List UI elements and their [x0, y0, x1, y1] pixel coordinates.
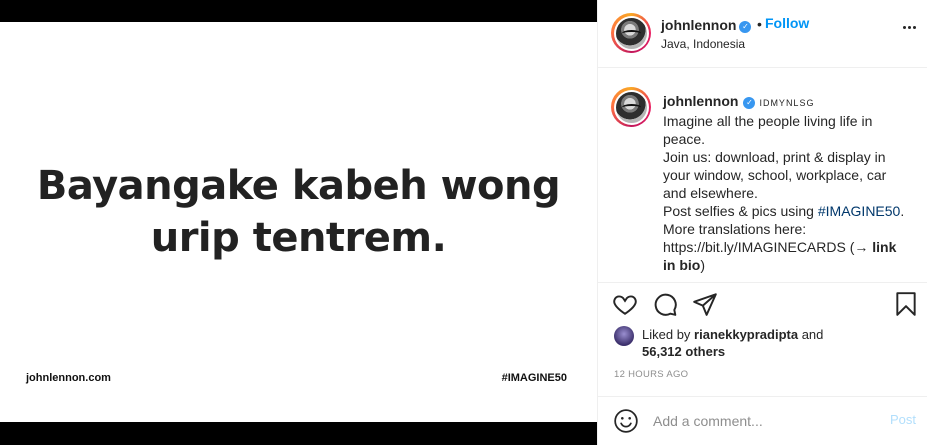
post-image[interactable]: Bayangake kabeh wong urip tentrem. johnl…: [0, 22, 597, 422]
post-side-panel: johnlennon ✓ • Follow Java, Indonesia joh…: [597, 0, 927, 445]
caption-username[interactable]: johnlennon: [663, 93, 738, 109]
likes-suffix: and: [798, 327, 824, 342]
caption-line: your window, school, workplace, car: [663, 167, 887, 183]
verified-badge-icon: ✓: [743, 97, 756, 109]
follow-button[interactable]: Follow: [765, 15, 809, 31]
header-username-text[interactable]: johnlennon: [661, 17, 736, 33]
caption-line: and elsewhere.: [663, 185, 758, 201]
post-caption: johnlennon ✓ IDMYNLSG Imagine all the peop…: [598, 69, 927, 283]
caption-line: More translations here:: [663, 221, 807, 237]
header-username[interactable]: johnlennon ✓: [661, 17, 752, 33]
caption-bold-text: link: [872, 239, 897, 255]
heart-icon[interactable]: [612, 291, 638, 317]
likes-count-link[interactable]: 56,312 others: [642, 344, 725, 359]
comment-icon[interactable]: [652, 291, 678, 317]
post-comment-button[interactable]: Post: [890, 412, 916, 427]
caption-avatar[interactable]: [611, 87, 651, 127]
liker-username[interactable]: rianekkypradipta: [694, 327, 798, 342]
image-footer-hashtag: #IMAGINE50: [501, 372, 567, 384]
verified-badge-icon: ✓: [739, 21, 752, 33]
image-footer-website: johnlennon.com: [26, 372, 111, 384]
location-link[interactable]: Java, Indonesia: [661, 37, 745, 51]
comment-bar: Post: [598, 396, 927, 445]
likes-text: Liked by rianekkypradipta and: [642, 326, 902, 344]
comment-input[interactable]: [653, 411, 873, 431]
caption-line: https://bit.ly/IMAGINECARDS (→ link: [663, 238, 913, 256]
likes-prefix: Liked by: [642, 327, 695, 342]
caption-avatar-photo: [615, 91, 647, 123]
caption-code: IDMYNLSG: [759, 98, 815, 108]
image-headline: Bayangake kabeh wong urip tentrem.: [0, 160, 597, 264]
post-header: johnlennon ✓ • Follow Java, Indonesia: [598, 0, 927, 68]
caption-text-segment: ): [700, 257, 705, 273]
liker-avatar[interactable]: [614, 326, 634, 346]
translation-link: https://bit.ly/IMAGINECARDS (→: [663, 239, 873, 255]
image-headline-line1: Bayangake kabeh wong: [36, 163, 561, 209]
avatar[interactable]: [611, 13, 651, 53]
caption-line: peace.: [663, 131, 706, 147]
image-headline-line2: urip tentrem.: [150, 215, 447, 261]
separator-dot: •: [757, 16, 762, 32]
post-media[interactable]: Bayangake kabeh wong urip tentrem. johnl…: [0, 0, 597, 445]
caption-line: Imagine all the people living life in: [663, 113, 873, 129]
more-icon[interactable]: [903, 26, 916, 29]
caption-line: Post selfies & pics using #IMAGINE50.: [663, 202, 913, 220]
hashtag-link[interactable]: #IMAGINE50: [818, 203, 900, 219]
action-bar: [598, 287, 927, 321]
caption-line: Join us: download, print & display in: [663, 149, 886, 165]
caption-line: in bio): [663, 256, 913, 274]
caption-text-segment: .: [900, 203, 905, 219]
bookmark-icon[interactable]: [893, 291, 919, 317]
emoji-icon[interactable]: [613, 408, 639, 434]
avatar-photo: [615, 17, 647, 49]
post-timestamp[interactable]: 12 HOURS AGO: [614, 369, 688, 380]
caption-text: johnlennon ✓ IDMYNLSG Imagine all the peop…: [663, 92, 913, 274]
share-icon[interactable]: [692, 291, 718, 317]
caption-bold-text: in bio: [663, 257, 701, 273]
caption-text-segment: Post selfies & pics using: [663, 203, 818, 219]
